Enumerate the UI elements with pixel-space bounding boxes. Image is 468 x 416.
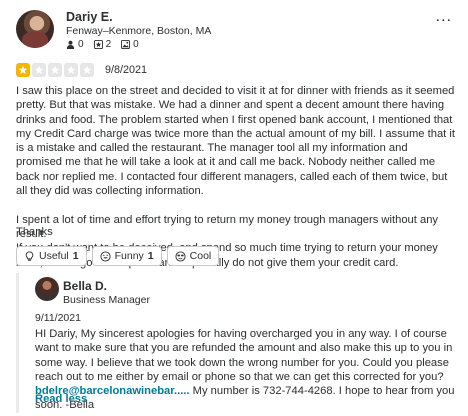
reviews-stat: 2 (93, 39, 112, 50)
friends-stat: 0 (66, 39, 84, 50)
reply-date: 9/11/2021 (35, 312, 81, 324)
cool-button[interactable]: Cool (166, 246, 220, 266)
funny-label: Funny (114, 250, 144, 262)
user-avatar[interactable] (16, 10, 54, 48)
star-empty-icon (32, 63, 46, 77)
more-options-icon[interactable]: ... (436, 9, 452, 25)
star-filled-icon (16, 63, 30, 77)
review-header: Dariy E. Fenway–Kenmore, Boston, MA 0 2 … (16, 9, 456, 52)
funny-button[interactable]: Funny 1 (91, 246, 162, 266)
friends-count: 0 (78, 39, 84, 50)
review-date: 9/8/2021 (105, 64, 148, 76)
review-signoff: Thanks (16, 226, 53, 238)
star-empty-icon (80, 63, 94, 77)
reply-body: HI Dariy, My sincerest apologies for hav… (35, 327, 459, 413)
lightbulb-icon (25, 250, 34, 261)
photos-stat: 0 (121, 39, 139, 50)
star-outline-icon (93, 40, 103, 49)
reaction-buttons: Useful 1 Funny 1 Cool (16, 246, 220, 266)
friends-icon (66, 40, 75, 49)
reply-text-start: HI Dariy, My sincerest apologies for hav… (35, 328, 453, 383)
laughing-face-icon (100, 250, 111, 262)
photos-count: 0 (133, 39, 139, 50)
star-rating (16, 63, 94, 77)
owner-avatar[interactable] (35, 277, 59, 301)
owner-role: Business Manager (63, 294, 150, 306)
user-location: Fenway–Kenmore, Boston, MA (66, 25, 212, 37)
sunglasses-face-icon (175, 250, 186, 262)
read-less-link[interactable]: Read less (35, 393, 87, 405)
reviews-count: 2 (105, 39, 112, 50)
owner-name: Bella D. (63, 279, 108, 293)
useful-count: 1 (72, 250, 79, 262)
funny-count: 1 (147, 250, 154, 262)
user-name[interactable]: Dariy E. (66, 10, 113, 24)
star-empty-icon (64, 63, 78, 77)
user-stats: 0 2 0 (66, 39, 139, 50)
useful-button[interactable]: Useful 1 (16, 246, 87, 266)
photo-icon (121, 40, 131, 49)
star-empty-icon (48, 63, 62, 77)
useful-label: Useful (39, 250, 69, 262)
review-body: I saw this place on the street and decid… (16, 85, 455, 269)
owner-reply: Bella D. Business Manager 9/11/2021 HI D… (16, 273, 456, 413)
rating-row: 9/8/2021 (16, 63, 147, 77)
cool-label: Cool (189, 250, 212, 262)
